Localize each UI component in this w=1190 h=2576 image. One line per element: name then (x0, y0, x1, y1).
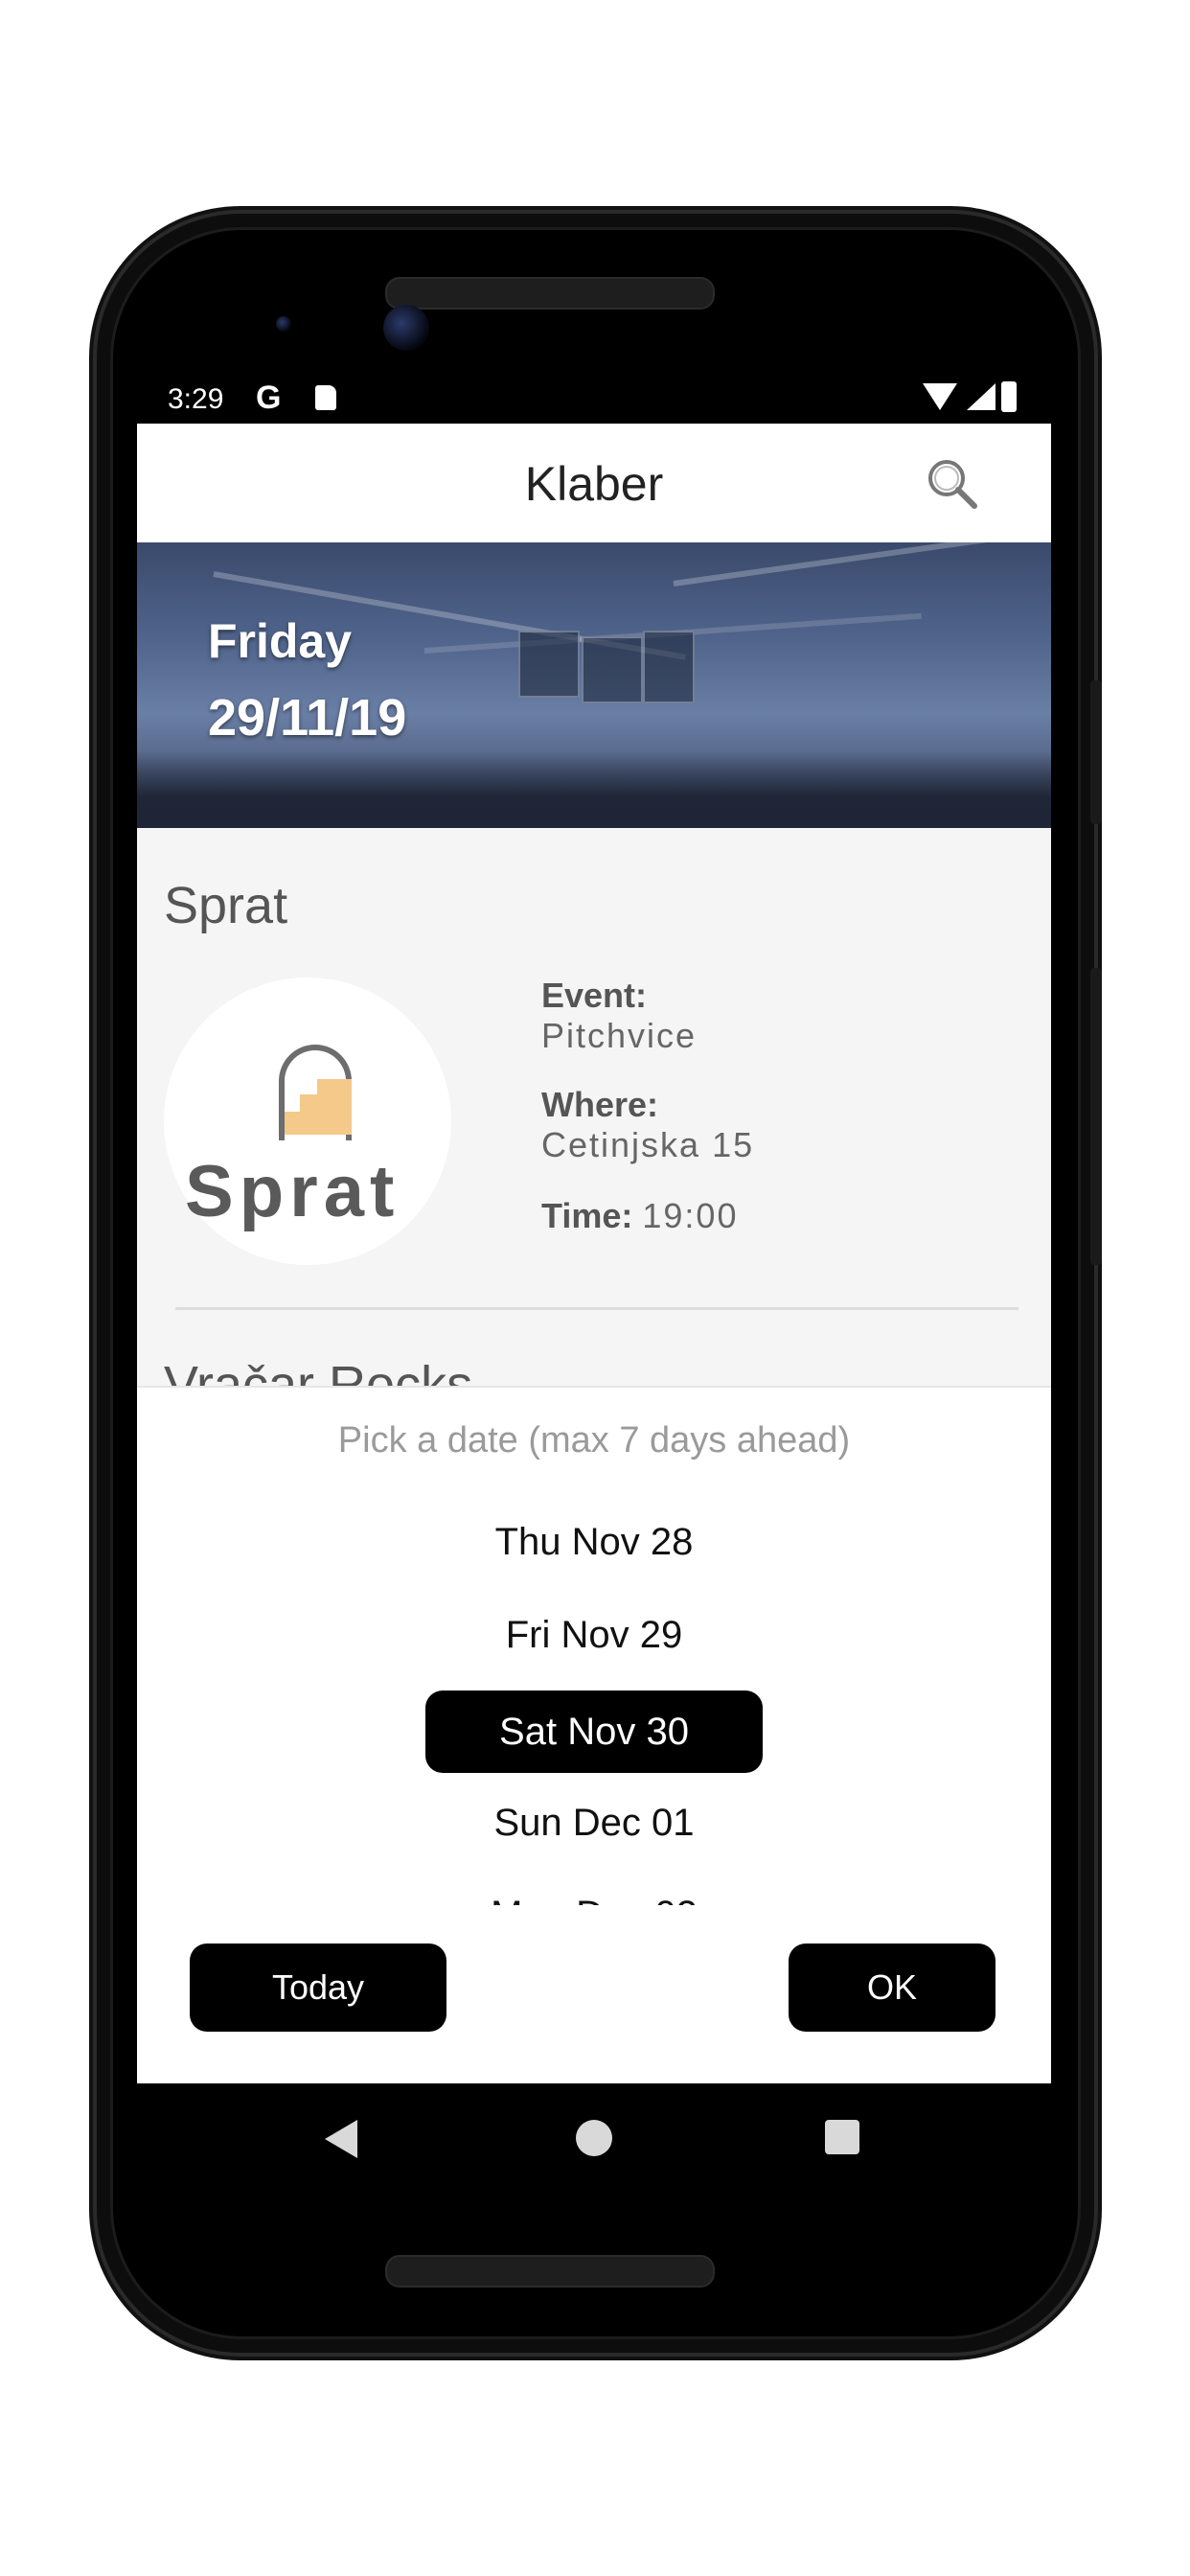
stage-screen (518, 631, 580, 698)
time-info: Time: 19:00 (541, 1196, 738, 1236)
club-name: Sprat (164, 877, 288, 934)
where-info: Where: Cetinjska 15 (541, 1085, 754, 1165)
logo-step (285, 1112, 352, 1135)
power-button (1090, 968, 1102, 1265)
back-icon[interactable] (325, 2120, 357, 2158)
time-label: Time: (541, 1196, 633, 1235)
time-value: 19:00 (642, 1196, 739, 1235)
logo-text: Sprat (185, 1151, 400, 1232)
date-option[interactable]: Mon Dec 02 (137, 1874, 1051, 1905)
where-value: Cetinjska 15 (541, 1125, 755, 1164)
sd-card-icon (315, 385, 336, 410)
status-bar: 3:29 G (137, 372, 1051, 424)
where-label: Where: (541, 1085, 659, 1124)
bottom-speaker (385, 2255, 715, 2288)
event-label: Event: (541, 976, 648, 1015)
club-card[interactable]: Sprat Sprat Event: Pitchvice Where: Ceti… (137, 828, 1051, 1384)
app-title: Klaber (524, 457, 664, 511)
date-picker-sheet: Pick a date (max 7 days ahead) Thu Nov 2… (137, 1386, 1051, 2085)
date-option[interactable]: Thu Nov 28 (137, 1503, 1051, 1583)
crowd-silhouette (137, 751, 1051, 828)
volume-button (1090, 680, 1102, 824)
logo-step (300, 1094, 352, 1112)
google-icon: G (256, 380, 282, 416)
wifi-icon (923, 383, 957, 410)
date-option[interactable]: Sun Dec 01 (137, 1782, 1051, 1864)
nav-bar (137, 2083, 1051, 2193)
date-option[interactable]: Fri Nov 29 (137, 1594, 1051, 1676)
stage-screen (643, 631, 695, 703)
front-camera-icon (276, 316, 291, 332)
date-option-selected[interactable]: Sat Nov 30 (425, 1690, 763, 1773)
stage-light-beam (673, 542, 1051, 586)
ok-button[interactable]: OK (789, 1944, 995, 2032)
screen: 3:29 G Klaber Friday 29/11/19 Sprat Spra… (137, 372, 1051, 2193)
signal-icon (967, 383, 995, 410)
today-button[interactable]: Today (190, 1944, 446, 2032)
stage-screen (582, 636, 643, 703)
battery-icon (1001, 381, 1017, 412)
logo-step (317, 1079, 352, 1094)
top-speaker (385, 277, 715, 310)
event-value: Pitchvice (541, 1016, 698, 1055)
club-logo: Sprat (164, 978, 451, 1265)
recents-icon[interactable] (825, 2120, 859, 2154)
app-bar: Klaber (137, 424, 1051, 542)
home-icon[interactable] (576, 2120, 612, 2156)
hero-day: Friday (208, 614, 353, 668)
status-time: 3:29 (168, 383, 224, 415)
event-info: Event: Pitchvice (541, 976, 697, 1056)
hero-banner: Friday 29/11/19 (137, 542, 1051, 828)
date-picker-wheel[interactable]: Thu Nov 28 Fri Nov 29 Sat Nov 30 Sun Dec… (137, 1503, 1051, 1905)
search-icon[interactable] (923, 454, 980, 512)
date-picker-hint: Pick a date (max 7 days ahead) (337, 1420, 851, 1460)
divider (175, 1307, 1018, 1310)
hero-date: 29/11/19 (208, 689, 407, 747)
front-camera-lens-icon (383, 305, 429, 351)
